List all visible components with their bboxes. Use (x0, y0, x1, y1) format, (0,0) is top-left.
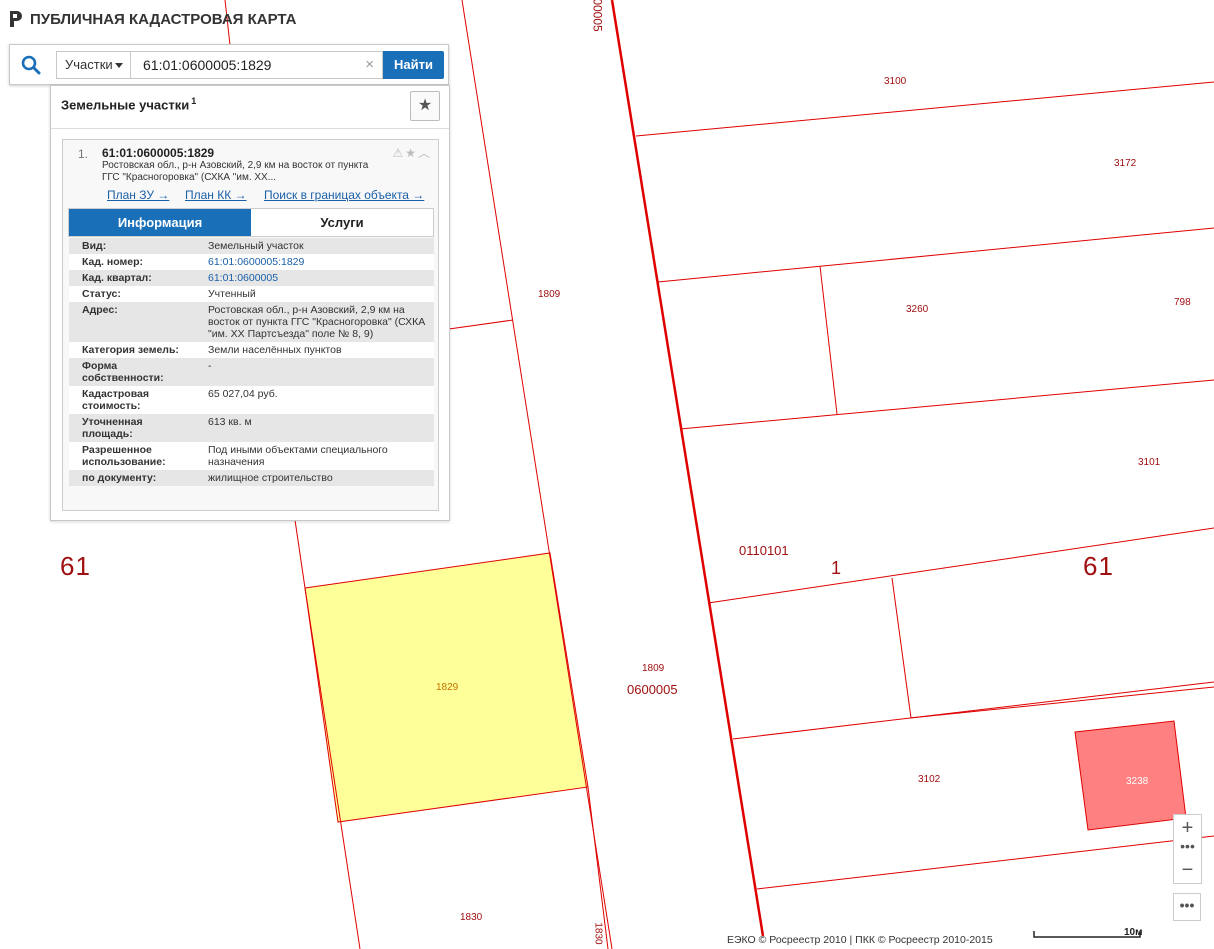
property-key: Форма собственности: (82, 360, 164, 384)
property-row: по документу: жилищное строительство (69, 470, 434, 486)
property-value-link[interactable]: 61:01:0600005 (195, 270, 434, 286)
map-label-3100: 3100 (884, 76, 907, 87)
result-address: Ростовская обл., р-н Азовский, 2,9 км на… (102, 160, 369, 183)
property-row: Разрешенное использование: Под иными объе… (69, 442, 434, 470)
warning-icon[interactable]: ⚠ (392, 146, 405, 160)
property-key: Кадастровая стоимость: (82, 388, 149, 412)
results-heading: Земельные участки 1 (61, 96, 196, 112)
property-row: Уточненная площадь: 613 кв. м (69, 414, 434, 442)
property-value-link[interactable]: 61:01:0600005:1829 (195, 254, 434, 270)
results-heading-text: Земельные участки (61, 97, 190, 113)
property-row: Категория земель: Земли населённых пункто… (69, 342, 434, 358)
zoom-levels-button[interactable]: ••• (1174, 839, 1201, 857)
result-tabs: Информация Услуги (68, 208, 434, 237)
star-icon[interactable]: ★ (405, 146, 418, 160)
card-actions: ⚠★︿ (392, 144, 432, 161)
property-value: - (208, 360, 212, 372)
search-query-text: 61:01:0600005:1829 (143, 57, 272, 73)
more-tools-button[interactable]: ••• (1173, 893, 1201, 921)
map-label-district-1: 1 (831, 558, 842, 578)
property-key: Разрешенное использование: (82, 444, 166, 468)
property-key: Кад. квартал: (82, 272, 152, 284)
scale-label: 10м (1124, 927, 1143, 938)
property-key: Вид: (82, 240, 107, 252)
map-label-1809-lower: 1809 (642, 663, 665, 674)
rosreestr-logo-icon (10, 11, 22, 27)
map-label-3260: 3260 (906, 304, 929, 315)
property-key: Уточненная площадь: (82, 416, 143, 440)
result-index: 1. (78, 147, 89, 161)
map-label-1830: 1830 (460, 912, 483, 923)
plan-kk-link[interactable]: План КК → (185, 188, 247, 202)
property-row: Адрес: Ростовская обл., р-н Азовский, 2,9… (69, 302, 434, 342)
property-row: Кад. квартал: 61:01:0600005 (69, 270, 434, 286)
search-type-select[interactable]: Участки (56, 51, 131, 79)
map-label-1829: 1829 (436, 682, 459, 693)
search-bar: Участки 61:01:0600005:1829 × Найти (9, 44, 449, 85)
result-card: 1. 61:01:0600005:1829 Ростовская обл., р… (62, 139, 439, 511)
map-attribution: ЕЭКО © Росреестр 2010 | ПКК © Росреестр … (727, 934, 993, 946)
search-within-bounds-link[interactable]: Поиск в границах объекта → (264, 188, 424, 202)
property-value: 65 027,04 руб. (208, 388, 278, 400)
panel-divider (51, 128, 449, 129)
property-key: Кад. номер: (82, 256, 144, 268)
property-row: Кадастровая стоимость: 65 027,04 руб. (69, 386, 434, 414)
search-input[interactable]: 61:01:0600005:1829 × (131, 51, 383, 79)
app-title: ПУБЛИЧНАЯ КАДАСТРОВАЯ КАРТА (30, 10, 297, 28)
map-label-quarter-0600005: 0600005 (627, 682, 678, 697)
map-label-3172: 3172 (1114, 158, 1137, 169)
favorites-button[interactable]: ★ (410, 91, 440, 121)
plan-zu-link[interactable]: План ЗУ → (107, 188, 169, 202)
map-label-798: 798 (1174, 297, 1191, 308)
search-type-label: Участки (65, 57, 113, 72)
tab-information[interactable]: Информация (69, 209, 251, 236)
property-row: Вид: Земельный участок (69, 238, 434, 254)
chevron-down-icon (115, 63, 123, 68)
map-label-quarter-0110101: 0110101 (739, 543, 789, 558)
property-value: Учтенный (208, 288, 256, 300)
property-value: Ростовская обл., р-н Азовский, 2,9 км на… (208, 304, 426, 340)
zoom-control: + ••• − (1173, 814, 1202, 884)
property-row: Статус: Учтенный (69, 286, 434, 302)
quarter-boundary (610, 0, 765, 937)
result-cadastral-number[interactable]: 61:01:0600005:1829 (102, 146, 214, 160)
property-key: Статус: (82, 288, 121, 300)
map-label-3101: 3101 (1138, 457, 1161, 468)
results-panel: Земельные участки 1 ★ 1. 61:01:0600005:18… (50, 85, 450, 521)
property-value: 613 кв. м (208, 416, 252, 428)
property-row: Форма собственности: - (69, 358, 434, 386)
map-label-quarter-edge: 00005 (590, 0, 605, 32)
property-key: по документу: (82, 472, 157, 484)
app-header: ПУБЛИЧНАЯ КАДАСТРОВАЯ КАРТА (8, 10, 296, 28)
find-button[interactable]: Найти (383, 51, 444, 79)
map-label-region-61-left: 61 (60, 551, 91, 581)
property-key: Категория земель: (82, 344, 179, 356)
property-row: Кад. номер: 61:01:0600005:1829 (69, 254, 434, 270)
map-label-1830-vertical: 1830 (592, 922, 604, 945)
search-icon[interactable] (20, 54, 42, 76)
chevron-up-icon[interactable]: ︿ (418, 146, 432, 160)
results-count: 1 (191, 96, 197, 106)
map-label-3238: 3238 (1126, 776, 1149, 787)
map-label-region-61-right: 61 (1083, 551, 1114, 581)
property-value: жилищное строительство (208, 472, 333, 484)
map-label-1809: 1809 (538, 289, 561, 300)
property-value: Земельный участок (208, 240, 304, 252)
property-value: Под иными объектами специального назначе… (208, 444, 388, 468)
zoom-out-button[interactable]: − (1174, 857, 1201, 883)
star-icon: ★ (417, 97, 433, 114)
map-label-3102: 3102 (918, 774, 941, 785)
property-key: Адрес: (82, 304, 118, 316)
clear-icon[interactable]: × (365, 52, 374, 78)
tab-services[interactable]: Услуги (251, 209, 433, 236)
property-value: Земли населённых пунктов (208, 344, 342, 356)
properties-table: Вид: Земельный участок Кад. номер: 61:01:0… (69, 238, 434, 486)
